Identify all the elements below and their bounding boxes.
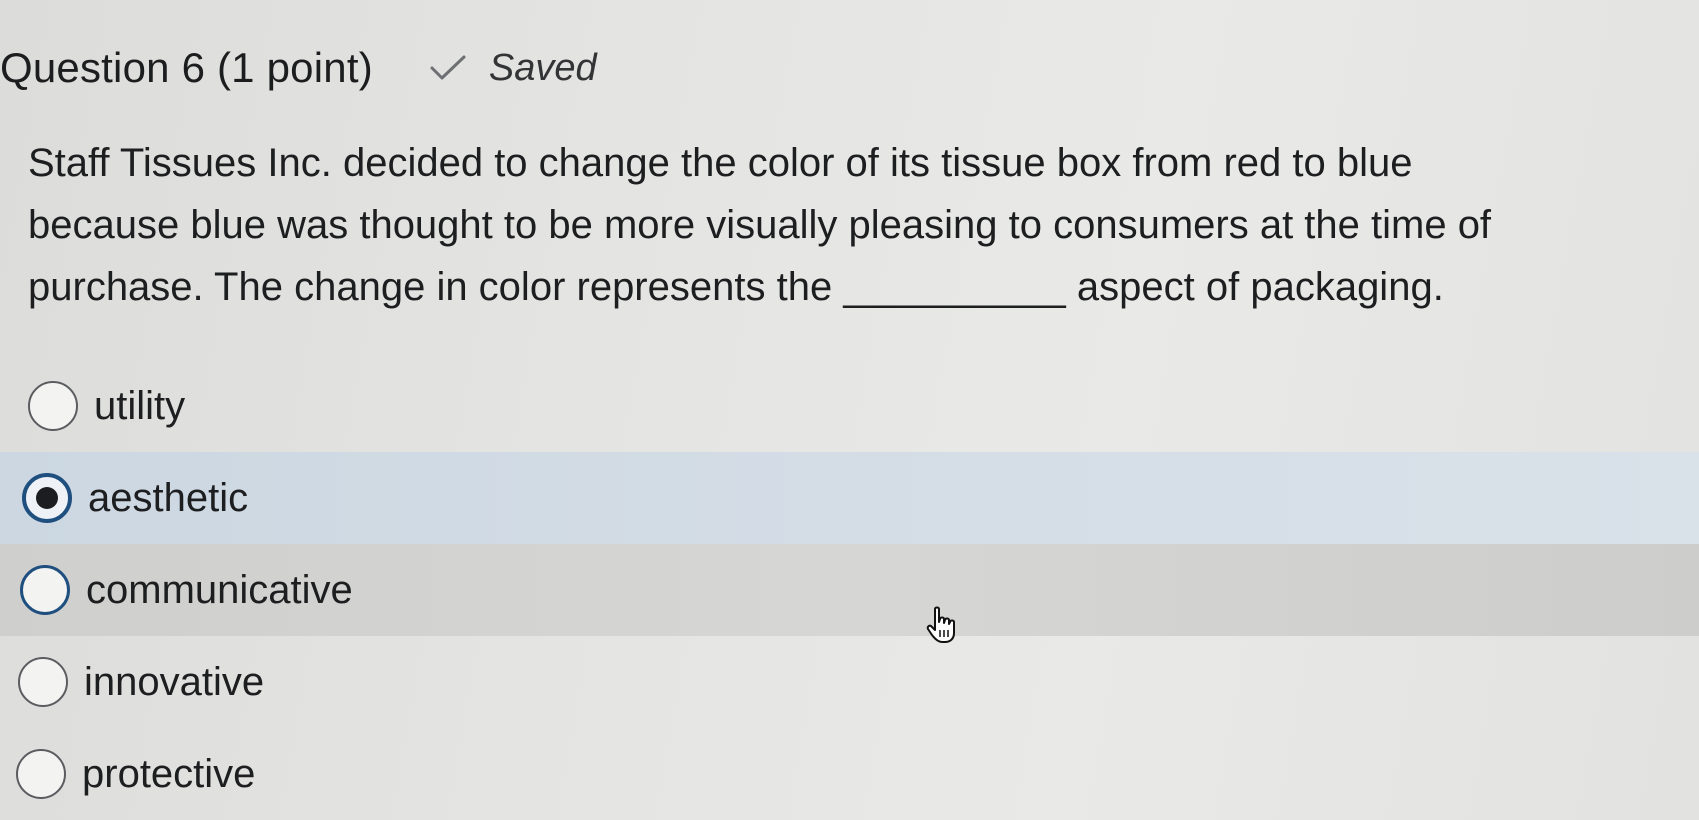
question-header: Question 6 (1 point) Saved [0,38,597,98]
question-stem-line: because blue was thought to be more visu… [28,203,1492,247]
radio-selected-dot [36,487,58,509]
radio-button[interactable] [28,381,78,431]
option-label[interactable]: aesthetic [88,476,248,521]
option-communicative[interactable]: communicative [0,544,1699,636]
hand-pointer-icon [926,606,955,643]
option-protective[interactable]: protective [0,728,1699,820]
radio-button-selected[interactable] [22,473,72,523]
radio-button[interactable] [20,565,70,615]
radio-button[interactable] [18,657,68,707]
answer-options: utility aesthetic communicative innovati… [0,360,1699,820]
question-stem: Staff Tissues Inc. decided to change the… [28,132,1668,318]
saved-label: Saved [488,46,597,89]
option-label[interactable]: communicative [86,568,353,613]
radio-button[interactable] [16,749,66,799]
option-label[interactable]: innovative [84,660,264,705]
option-utility[interactable]: utility [0,360,1699,452]
saved-status: Saved [429,47,597,90]
option-innovative[interactable]: innovative [0,636,1699,728]
question-title: Question 6 (1 point) [0,44,373,91]
option-aesthetic[interactable]: aesthetic [0,452,1699,544]
option-label[interactable]: utility [94,384,185,429]
question-stem-line: purchase. The change in color represents… [28,265,1444,309]
option-label[interactable]: protective [82,752,255,797]
check-icon [430,55,466,80]
question-stem-line: Staff Tissues Inc. decided to change the… [28,141,1413,185]
